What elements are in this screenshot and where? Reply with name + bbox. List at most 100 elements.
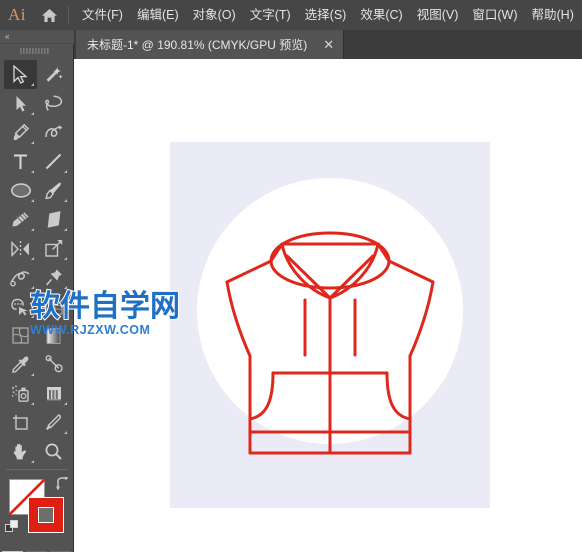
mesh-icon <box>12 327 29 344</box>
artboard[interactable] <box>170 142 490 508</box>
menu-window[interactable]: 窗口(W) <box>465 0 524 30</box>
mesh-tool[interactable] <box>4 321 37 350</box>
menu-type[interactable]: 文字(T) <box>243 0 298 30</box>
tool-flyout-corner <box>64 199 67 202</box>
slice-knife-icon <box>46 414 62 430</box>
tool-flyout-corner <box>31 141 34 144</box>
tool-flyout-corner <box>31 83 34 86</box>
tool-flyout-corner <box>31 228 34 231</box>
menu-select[interactable]: 选择(S) <box>298 0 354 30</box>
curvature-tool[interactable] <box>37 118 70 147</box>
tool-flyout-corner <box>31 286 34 289</box>
document-tab-title: 未标题-1* @ 190.81% (CMYK/GPU 预览) <box>87 38 308 52</box>
paintbrush-icon <box>45 182 61 200</box>
ellipse-tool[interactable] <box>4 176 37 205</box>
tool-flyout-corner <box>64 228 67 231</box>
armhole-left <box>225 280 252 358</box>
canvas-area[interactable] <box>74 59 582 552</box>
blend-tool[interactable] <box>37 350 70 379</box>
magnifier-icon <box>45 443 62 460</box>
tool-flyout-corner <box>64 257 67 260</box>
tools-panel-header: « <box>0 30 74 44</box>
home-icon-svg <box>41 8 57 22</box>
free-transform-tool[interactable] <box>37 263 70 292</box>
tool-flyout-corner <box>31 402 34 405</box>
shaper-pencil-tool[interactable] <box>4 205 37 234</box>
bar-graph-icon <box>46 386 61 401</box>
grip-dots-icon <box>19 48 49 54</box>
tool-flyout-corner <box>31 170 34 173</box>
gradient-tool[interactable] <box>37 321 70 350</box>
lasso-tool[interactable] <box>37 89 70 118</box>
artboard-icon <box>13 415 28 430</box>
stroke-swatch[interactable] <box>28 497 64 533</box>
home-icon[interactable] <box>34 0 64 30</box>
slice-tool[interactable] <box>37 408 70 437</box>
tools-panel: « <box>0 30 74 552</box>
tool-buttons-grid <box>0 58 74 466</box>
direct-selection-tool[interactable] <box>4 89 37 118</box>
menu-view[interactable]: 视图(V) <box>410 0 466 30</box>
pocket-curve-right <box>385 371 412 421</box>
tool-flyout-corner <box>31 199 34 202</box>
swap-arrow-icon <box>56 476 69 491</box>
paintbrush-tool[interactable] <box>37 176 70 205</box>
fill-stroke-controls <box>0 475 74 549</box>
scale-shear-tool[interactable] <box>37 234 70 263</box>
zoom-tool[interactable] <box>37 437 70 466</box>
pushpin-icon <box>45 269 62 286</box>
tool-flyout-corner <box>64 402 67 405</box>
line-icon <box>45 153 62 170</box>
menu-edit[interactable]: 编辑(E) <box>130 0 186 30</box>
menu-effect[interactable]: 效果(C) <box>353 0 409 30</box>
selection-tool[interactable] <box>4 60 37 89</box>
warp-icon <box>10 271 30 287</box>
reflect-icon <box>11 240 29 257</box>
tool-flyout-corner <box>64 286 67 289</box>
reflect-rotate-tool[interactable] <box>4 234 37 263</box>
document-tab[interactable]: 未标题-1* @ 190.81% (CMYK/GPU 预览) ✕ <box>76 30 345 59</box>
hand-tool[interactable] <box>4 437 37 466</box>
magic-wand-icon <box>46 67 63 82</box>
shape-builder-icon <box>11 298 28 316</box>
menu-divider <box>68 6 69 24</box>
perspective-icon <box>44 298 63 315</box>
menu-object[interactable]: 对象(O) <box>186 0 243 30</box>
symbol-sprayer-icon <box>11 385 29 402</box>
pen-tool[interactable] <box>4 118 37 147</box>
magic-wand-tool[interactable] <box>37 60 70 89</box>
panel-drag-grip[interactable] <box>0 44 73 58</box>
eraser-tool[interactable] <box>37 205 70 234</box>
hood-fold-left <box>285 254 332 300</box>
artboard-tool[interactable] <box>4 408 37 437</box>
tool-flyout-corner <box>64 315 67 318</box>
symbol-sprayer-tool[interactable] <box>4 379 37 408</box>
collapse-panel-icon[interactable]: « <box>5 32 10 41</box>
column-graph-tool[interactable] <box>37 379 70 408</box>
tool-flyout-corner <box>31 373 34 376</box>
tool-flyout-corner <box>31 460 34 463</box>
pencil-icon <box>12 212 29 227</box>
sleeveless-hoodie-vest-illustration[interactable] <box>170 142 490 508</box>
lasso-icon <box>45 95 63 111</box>
default-fill-stroke-icon[interactable] <box>5 520 19 534</box>
illustrator-window: Ai 文件(F) 编辑(E) 对象(O) 文字(T) 选择(S) 效果(C) 视… <box>0 0 582 552</box>
eyedropper-tool[interactable] <box>4 350 37 379</box>
menu-file[interactable]: 文件(F) <box>75 0 130 30</box>
menu-help[interactable]: 帮助(H) <box>525 0 581 30</box>
perspective-grid-tool[interactable] <box>37 292 70 321</box>
swap-fill-stroke-icon[interactable] <box>55 476 69 491</box>
arrow-white-cursor-icon <box>16 95 26 112</box>
width-warp-tool[interactable] <box>4 263 37 292</box>
stroke-swatch-inner <box>38 507 54 523</box>
eraser-icon <box>47 211 60 228</box>
eyedropper-icon <box>12 356 29 373</box>
app-logo: Ai <box>8 5 26 24</box>
type-tool[interactable] <box>4 147 37 176</box>
shoulder-left <box>225 259 273 284</box>
close-icon[interactable]: ✕ <box>323 38 334 51</box>
tool-flyout-corner <box>64 170 67 173</box>
shape-builder-tool[interactable] <box>4 292 37 321</box>
hand-icon <box>13 443 26 460</box>
line-segment-tool[interactable] <box>37 147 70 176</box>
